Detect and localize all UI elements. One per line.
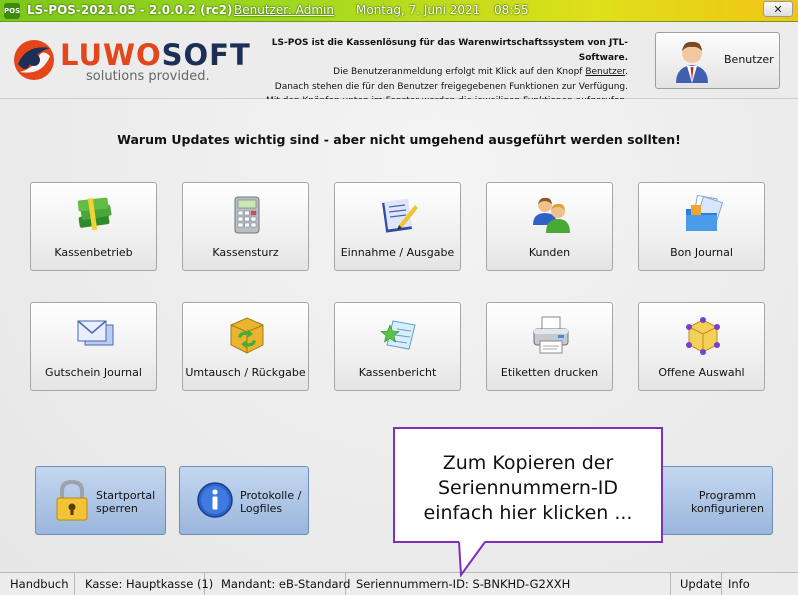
statusbar-client: Mandant: eB-Standard [205,573,350,595]
tile-label: Kassenbetrieb [54,246,133,259]
close-button[interactable]: ✕ [763,1,793,17]
logs-button[interactable]: Protokolle / Logfiles [179,466,309,535]
callout-pointer [458,541,486,577]
statusbar-handbook[interactable]: Handbuch [4,573,75,595]
customers-icon [533,197,570,233]
app-window: POS LS-POS-2021.05 - 2.0.0.2 (rc2) Benut… [0,0,798,595]
tile-einnahme-ausgabe[interactable]: Einnahme / Ausgabe [334,182,461,271]
tile-label: Kunden [528,246,571,259]
exchange-box-icon [230,317,264,354]
title-bar[interactable]: POS LS-POS-2021.05 - 2.0.0.2 (rc2) Benut… [0,0,798,22]
info-line-3: Danach stehen die für den Benutzer freig… [274,81,628,92]
tile-kassensturz[interactable]: Kassensturz [182,182,309,271]
info-line-1: LS-POS ist die Kassenlösung für das Ware… [271,38,628,63]
current-time: 08:55 [494,3,529,17]
tile-label: Bon Journal [670,246,733,259]
current-user: Benutzer: Admin [234,3,335,17]
cube-selection-icon [686,317,720,355]
calculator-icon [234,196,260,234]
envelope-icon [77,320,114,346]
serial-callout: Zum Kopieren der Seriennummern-ID einfac… [393,427,663,543]
header: LUWOSOFT solutions provided. LS-POS ist … [0,22,798,106]
tile-etiketten-drucken[interactable]: Etiketten drucken [486,302,613,391]
statusbar-serial-id[interactable]: Seriennummern-ID: S-BNKHD-G2XXH [346,573,671,595]
user-button[interactable]: Benutzer [655,32,780,89]
tile-label: Kassensturz [212,246,279,259]
tile-kassenbericht[interactable]: Kassenbericht [334,302,461,391]
window-title: LS-POS-2021.05 - 2.0.0.2 (rc2) [27,3,233,17]
statusbar-info[interactable]: Info [722,573,794,595]
info-line-2: Die Benutzeranmeldung erfolgt mit Klick … [333,67,628,77]
tile-label: Etiketten drucken [500,366,599,379]
padlock-icon [56,479,88,521]
lock-portal-button[interactable]: Startportal sperren [35,466,166,535]
tile-gutschein-journal[interactable]: Gutschein Journal [30,302,157,391]
status-bar: Handbuch Kasse: Hauptkasse (1) Mandant: … [0,572,798,595]
info-icon [197,482,233,518]
tile-bon-journal[interactable]: Bon Journal [638,182,765,271]
configure-label: Programm konfigurieren [691,489,764,515]
logs-label: Protokolle / Logfiles [240,489,302,515]
printer-icon [533,316,569,354]
app-icon: POS [4,3,20,19]
money-stack-icon [77,197,112,231]
logo-wordmark: LUWOSOFT [60,38,251,72]
statusbar-register: Kasse: Hauptkasse (1) [75,573,213,595]
logo-swirl-icon [14,40,54,80]
user-button-label: Benutzer [724,53,774,66]
logo-tagline: solutions provided. [86,69,210,84]
user-avatar-icon [676,41,708,83]
tile-kunden[interactable]: Kunden [486,182,613,271]
info-text: LS-POS ist die Kassenlösung für das Ware… [226,36,628,109]
info-user-link[interactable]: Benutzer [585,67,625,77]
update-headline-link[interactable]: Warum Updates wichtig sind - aber nicht … [0,132,798,147]
lock-portal-label: Startportal sperren [96,489,156,515]
company-logo: LUWOSOFT solutions provided. [10,32,250,88]
folder-journal-icon [686,195,723,231]
tile-label: Einnahme / Ausgabe [340,246,455,259]
tile-offene-auswahl[interactable]: Offene Auswahl [638,302,765,391]
tile-label: Kassenbericht [358,366,437,379]
tile-umtausch-rueckgabe[interactable]: Umtausch / Rückgabe [182,302,309,391]
report-star-icon [380,320,416,350]
statusbar-update[interactable]: Update [671,573,722,595]
tile-kassenbetrieb[interactable]: Kassenbetrieb [30,182,157,271]
callout-text: Zum Kopieren der Seriennummern-ID einfac… [423,452,633,524]
notepad-pencil-icon [382,198,418,233]
tile-label: Umtausch / Rückgabe [185,366,306,379]
tile-label: Gutschein Journal [45,366,142,379]
tile-label: Offene Auswahl [658,366,745,379]
current-date: Montag, 7. Juni 2021 [356,3,481,17]
